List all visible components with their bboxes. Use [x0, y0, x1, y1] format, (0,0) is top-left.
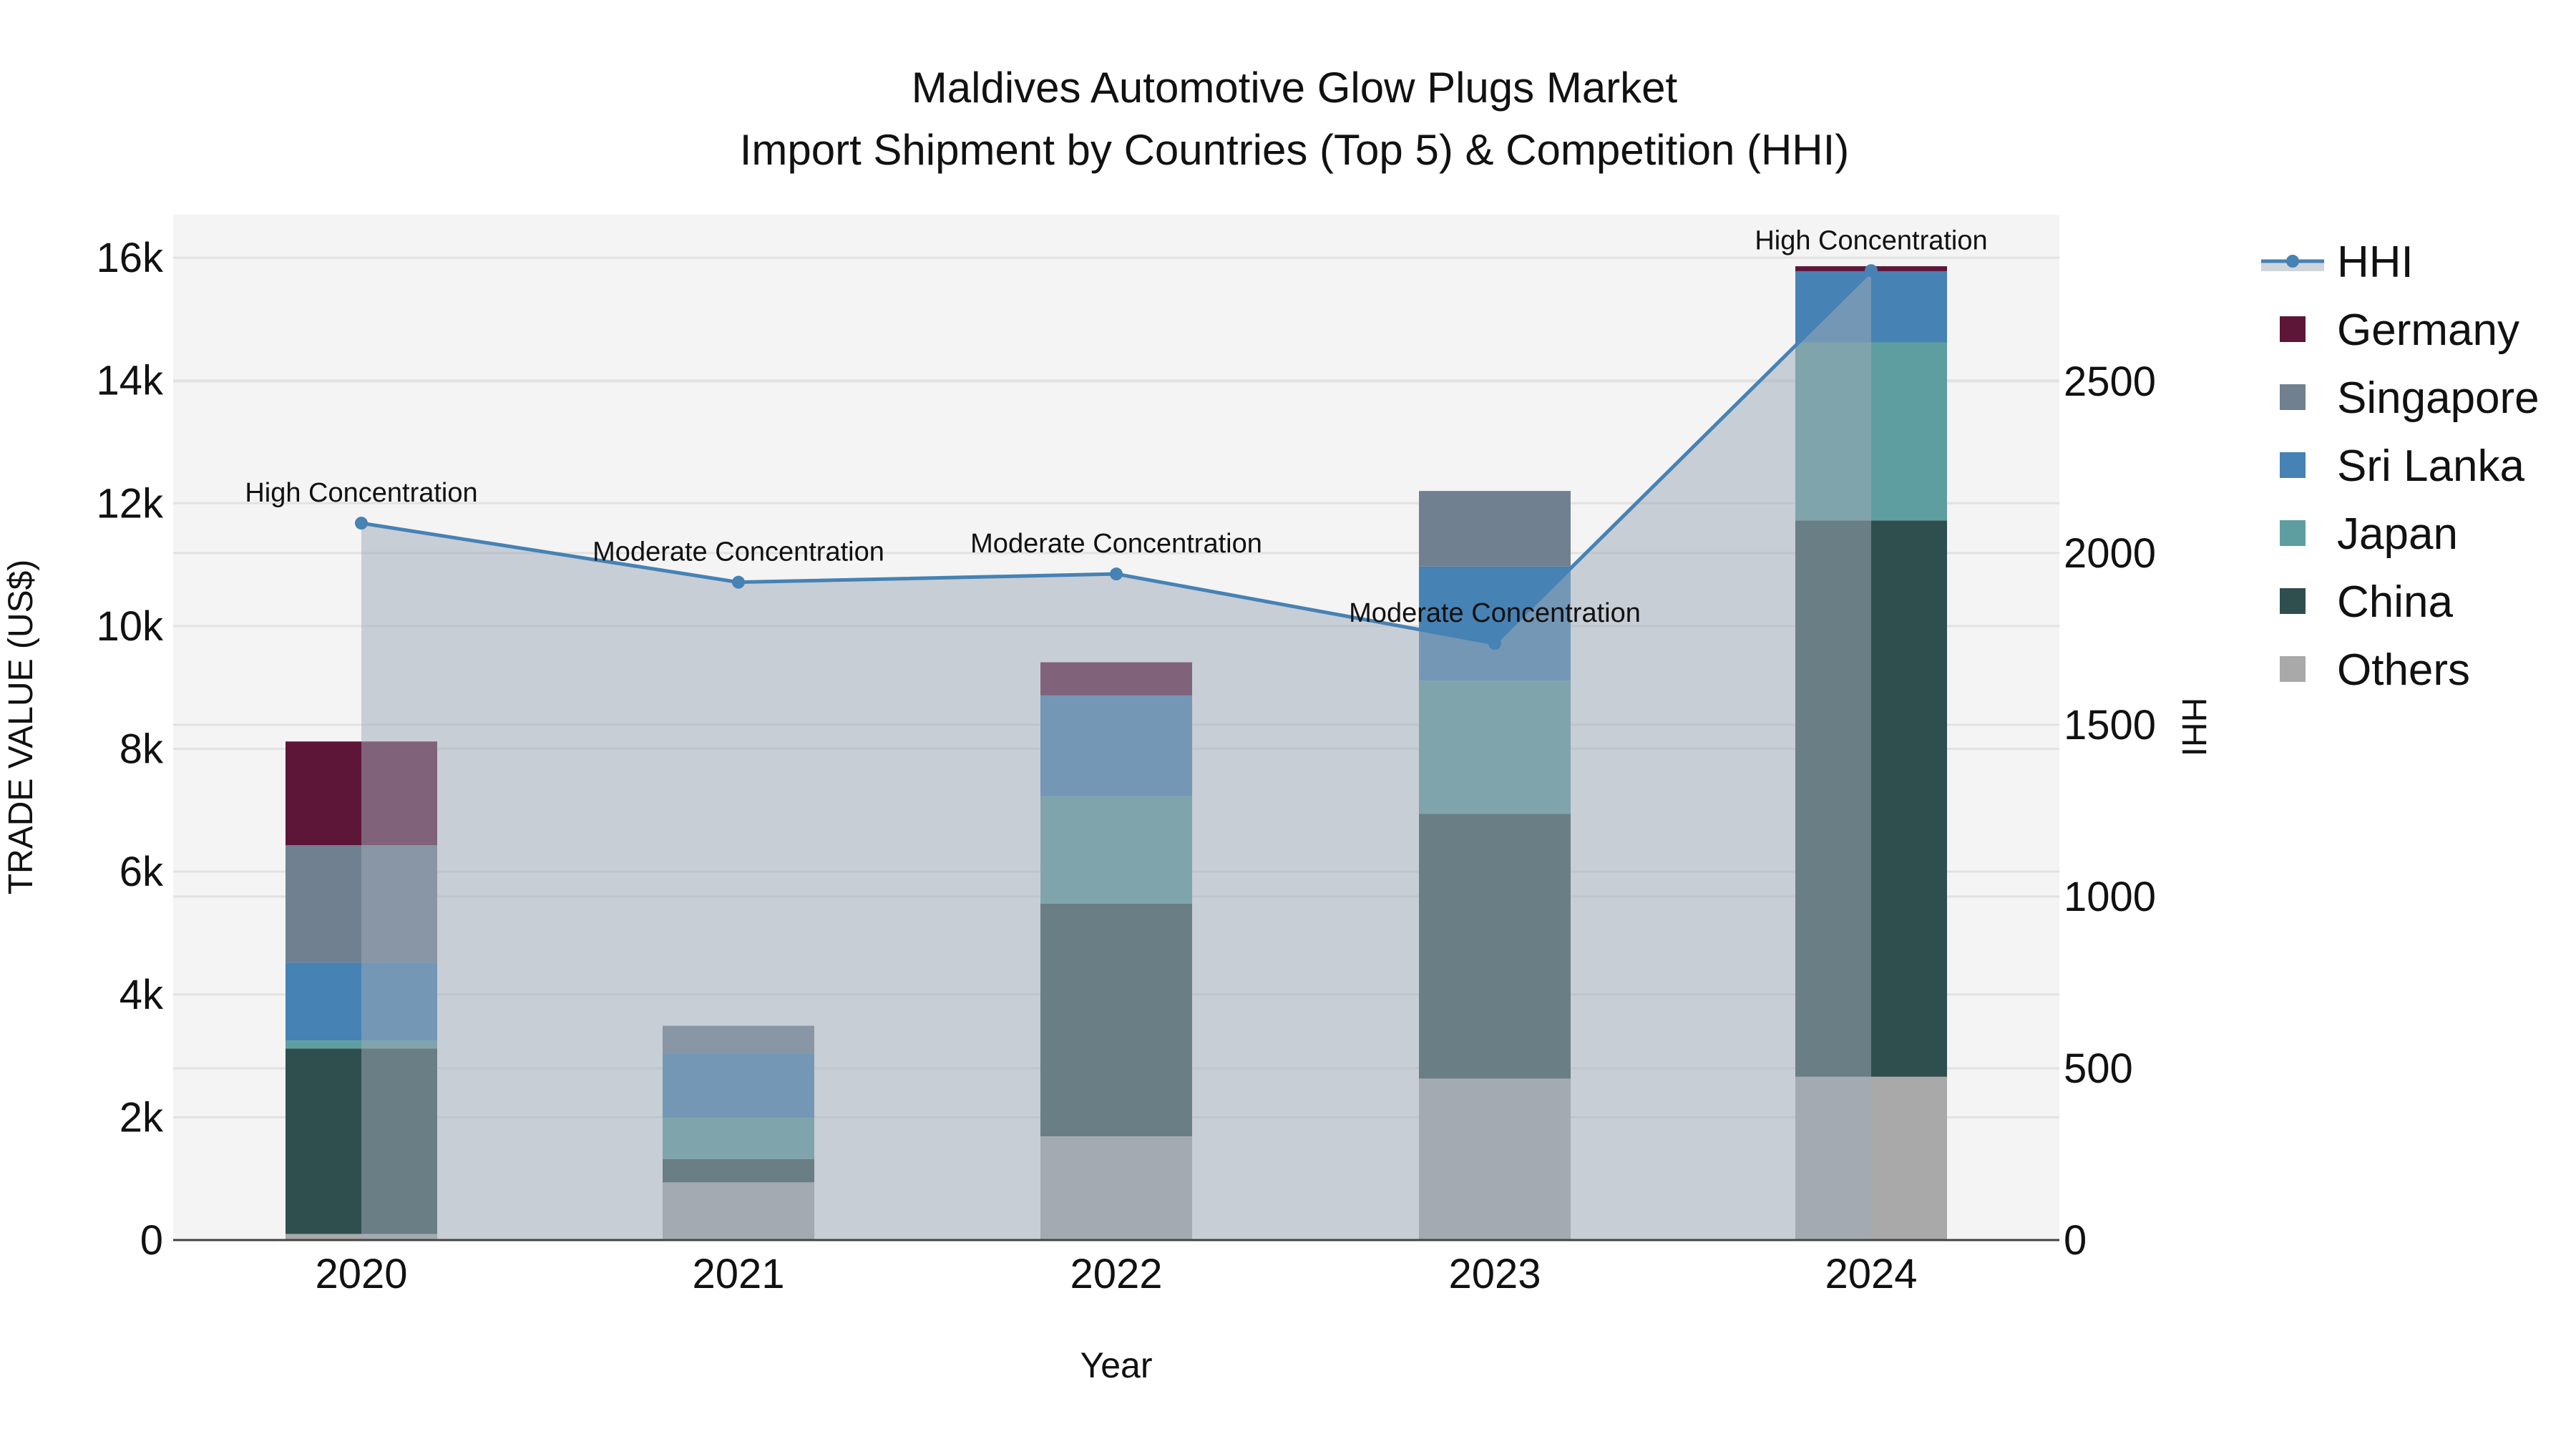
legend-label: Germany	[2337, 306, 2519, 355]
y2-tick-label: 2500	[2064, 358, 2156, 405]
y-tick-label: 16k	[96, 235, 164, 281]
y-tick-label: 0	[140, 1217, 163, 1264]
legend-label: China	[2337, 577, 2454, 627]
legend-label: HHI	[2337, 238, 2414, 287]
hhi-point	[1865, 264, 1878, 278]
y2-tick-label: 1000	[2064, 874, 2156, 920]
y2-tick-label: 2000	[2064, 530, 2156, 577]
hhi-point	[732, 575, 745, 589]
legend-hhi-marker	[2286, 255, 2299, 268]
y-tick-label: 10k	[96, 603, 164, 650]
x-tick-label: 2022	[1070, 1251, 1162, 1297]
hhi-point	[355, 517, 368, 530]
hhi-annotation: Moderate Concentration	[1349, 598, 1641, 628]
legend: HHI Germany Singapore Sri Lanka Japan China Ot…	[2261, 238, 2540, 695]
y-tick-label: 8k	[119, 726, 164, 773]
y-tick-label: 6k	[119, 849, 164, 895]
y2-axis-title: HHI	[2175, 698, 2212, 757]
legend-label: Singapore	[2337, 374, 2540, 423]
legend-swatch-sri-lanka	[2280, 452, 2306, 478]
hhi-annotation: Moderate Concentration	[970, 529, 1262, 559]
x-tick-label: 2024	[1825, 1251, 1917, 1297]
y2-tick-label: 500	[2064, 1045, 2133, 1092]
y-tick-label: 12k	[96, 480, 164, 527]
bar-singapore-2023	[1419, 491, 1571, 567]
legend-label: Others	[2337, 645, 2470, 695]
legend-swatch-singapore	[2280, 384, 2306, 410]
x-tick-label: 2023	[1448, 1251, 1541, 1297]
chart-subtitle: Import Shipment by Countries (Top 5) & C…	[740, 126, 1850, 174]
hhi-annotation: High Concentration	[1755, 225, 1987, 255]
y-tick-label: 4k	[119, 972, 164, 1018]
legend-swatch-others	[2280, 656, 2306, 682]
hhi-point	[1488, 637, 1501, 650]
hhi-point	[1110, 567, 1123, 581]
legend-label: Japan	[2337, 509, 2458, 559]
chart: High Concentration Moderate Concentration…	[2, 64, 2540, 1385]
x-tick-label: 2020	[315, 1251, 407, 1297]
legend-label: Sri Lanka	[2337, 441, 2524, 491]
y-tick-label: 14k	[96, 358, 164, 404]
hhi-annotation: High Concentration	[245, 478, 477, 508]
y2-tick-label: 0	[2064, 1217, 2087, 1264]
x-axis-title: Year	[1080, 1345, 1152, 1385]
legend-swatch-germany	[2280, 316, 2306, 342]
y-tick-label: 2k	[119, 1094, 164, 1141]
y2-tick-label: 1500	[2064, 702, 2156, 748]
hhi-annotation: Moderate Concentration	[592, 537, 884, 567]
legend-swatch-china	[2280, 588, 2306, 614]
legend-swatch-japan	[2280, 520, 2306, 546]
chart-title: Maldives Automotive Glow Plugs Market	[912, 64, 1678, 112]
y-axis-title: TRADE VALUE (US$)	[2, 560, 40, 895]
x-tick-label: 2021	[692, 1251, 784, 1297]
